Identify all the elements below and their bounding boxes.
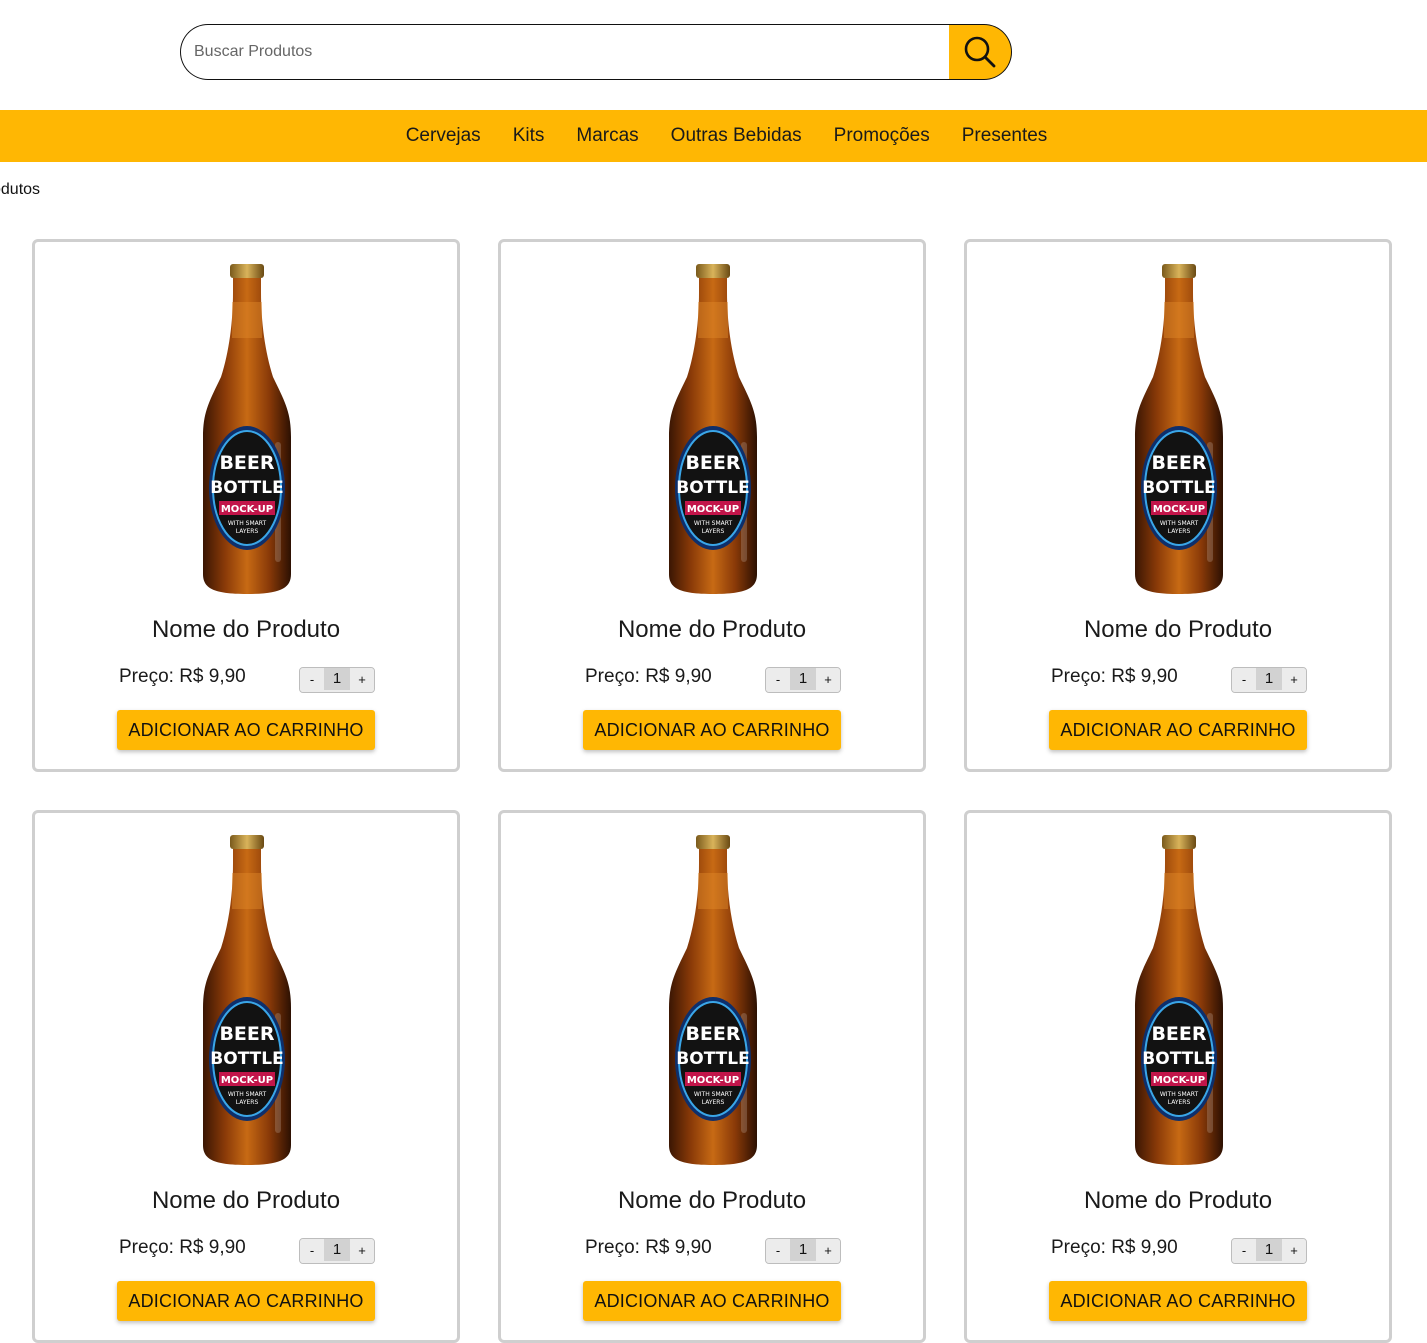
quantity-stepper: - 1 + [765, 667, 841, 693]
quantity-increase-button[interactable]: + [1282, 1239, 1306, 1263]
product-name: Nome do Produto [1083, 616, 1273, 643]
quantity-decrease-button[interactable]: - [1232, 668, 1256, 692]
nav-item-cervejas[interactable]: Cervejas [390, 125, 497, 147]
nav-list: Cervejas Kits Marcas Outras Bebidas Prom… [364, 125, 1064, 147]
product-card: BEER BOTTLE MOCK-UP WITH SMART LAYERS No… [964, 239, 1392, 772]
beer-bottle-image: BEER BOTTLE MOCK-UP WITH SMART LAYERS [669, 264, 757, 594]
nav-item-kits[interactable]: Kits [497, 125, 561, 147]
label-text: MOCK-UP [687, 504, 739, 515]
quantity-decrease-button[interactable]: - [300, 1239, 324, 1263]
search-bar [180, 24, 1012, 80]
quantity-stepper: - 1 + [299, 667, 375, 693]
quantity-increase-button[interactable]: + [350, 1239, 374, 1263]
breadcrumb: Produtos [0, 181, 41, 198]
quantity-decrease-button[interactable]: - [1232, 1239, 1256, 1263]
quantity-value[interactable]: 1 [324, 668, 350, 690]
nav-item-outras-bebidas[interactable]: Outras Bebidas [655, 125, 818, 147]
quantity-increase-button[interactable]: + [816, 1239, 840, 1263]
label-text: BOTTLE [1142, 478, 1215, 498]
quantity-stepper: - 1 + [299, 1238, 375, 1264]
product-name: Nome do Produto [151, 616, 341, 643]
quantity-value[interactable]: 1 [1256, 668, 1282, 690]
quantity-value[interactable]: 1 [324, 1239, 350, 1261]
product-name: Nome do Produto [1083, 1187, 1273, 1214]
add-to-cart-button[interactable]: ADICIONAR AO CARRINHO [117, 710, 375, 750]
product-card: BEER BOTTLE MOCK-UP WITH SMART LAYERS No… [498, 810, 926, 1343]
product-price: Preço: R$ 9,90 [585, 666, 712, 687]
product-price: Preço: R$ 9,90 [585, 1237, 712, 1258]
product-card: BEER BOTTLE MOCK-UP WITH SMART LAYERS No… [498, 239, 926, 772]
label-text: LAYERS [1168, 1099, 1191, 1106]
add-to-cart-button[interactable]: ADICIONAR AO CARRINHO [117, 1281, 375, 1321]
nav-item-promocoes[interactable]: Promoções [818, 125, 946, 147]
label-text: BEER [685, 1023, 740, 1045]
product-name: Nome do Produto [151, 1187, 341, 1214]
beer-bottle-image: BEER BOTTLE MOCK-UP WITH SMART LAYERS [203, 835, 291, 1165]
label-text: BOTTLE [676, 1049, 749, 1069]
label-text: WITH SMART [228, 520, 267, 527]
beer-bottle-image: BEER BOTTLE MOCK-UP WITH SMART LAYERS [1135, 835, 1223, 1165]
search-icon [964, 36, 996, 68]
label-text: BOTTLE [1142, 1049, 1215, 1069]
label-text: MOCK-UP [221, 1075, 273, 1086]
label-text: WITH SMART [1160, 1091, 1199, 1098]
label-text: BEER [219, 1023, 274, 1045]
label-text: LAYERS [1168, 528, 1191, 535]
add-to-cart-button[interactable]: ADICIONAR AO CARRINHO [583, 710, 841, 750]
product-name: Nome do Produto [617, 616, 807, 643]
label-text: LAYERS [702, 1099, 725, 1106]
label-text: BOTTLE [210, 1049, 283, 1069]
product-price: Preço: R$ 9,90 [1051, 666, 1178, 687]
quantity-increase-button[interactable]: + [1282, 668, 1306, 692]
label-text: BOTTLE [676, 478, 749, 498]
beer-bottle-image: BEER BOTTLE MOCK-UP WITH SMART LAYERS [669, 835, 757, 1165]
add-to-cart-button[interactable]: ADICIONAR AO CARRINHO [1049, 710, 1307, 750]
quantity-value[interactable]: 1 [790, 1239, 816, 1261]
quantity-value[interactable]: 1 [790, 668, 816, 690]
quantity-decrease-button[interactable]: - [300, 668, 324, 692]
label-text: BEER [219, 452, 274, 474]
label-text: BEER [1151, 452, 1206, 474]
product-price: Preço: R$ 9,90 [1051, 1237, 1178, 1258]
product-price: Preço: R$ 9,90 [119, 1237, 246, 1258]
product-price: Preço: R$ 9,90 [119, 666, 246, 687]
nav-item-marcas[interactable]: Marcas [560, 125, 654, 147]
label-text: LAYERS [702, 528, 725, 535]
quantity-increase-button[interactable]: + [350, 668, 374, 692]
quantity-decrease-button[interactable]: - [766, 668, 790, 692]
add-to-cart-button[interactable]: ADICIONAR AO CARRINHO [1049, 1281, 1307, 1321]
label-text: BOTTLE [210, 478, 283, 498]
label-text: WITH SMART [694, 520, 733, 527]
label-text: WITH SMART [694, 1091, 733, 1098]
quantity-value[interactable]: 1 [1256, 1239, 1282, 1261]
quantity-stepper: - 1 + [765, 1238, 841, 1264]
quantity-increase-button[interactable]: + [816, 668, 840, 692]
quantity-stepper: - 1 + [1231, 1238, 1307, 1264]
label-text: BEER [685, 452, 740, 474]
label-text: MOCK-UP [687, 1075, 739, 1086]
label-text: MOCK-UP [1153, 504, 1205, 515]
product-card: BEER BOTTLE MOCK-UP WITH SMART LAYERS No… [32, 810, 460, 1343]
quantity-stepper: - 1 + [1231, 667, 1307, 693]
label-text: MOCK-UP [1153, 1075, 1205, 1086]
search-input[interactable] [180, 24, 949, 80]
label-text: MOCK-UP [221, 504, 273, 515]
label-text: LAYERS [236, 1099, 259, 1106]
label-text: LAYERS [236, 528, 259, 535]
search-button[interactable] [949, 24, 1012, 80]
product-card: BEER BOTTLE MOCK-UP WITH SMART LAYERS No… [964, 810, 1392, 1343]
quantity-decrease-button[interactable]: - [766, 1239, 790, 1263]
product-name: Nome do Produto [617, 1187, 807, 1214]
beer-bottle-image: BEER BOTTLE MOCK-UP WITH SMART LAYERS [203, 264, 291, 594]
beer-bottle-image: BEER BOTTLE MOCK-UP WITH SMART LAYERS [1135, 264, 1223, 594]
add-to-cart-button[interactable]: ADICIONAR AO CARRINHO [583, 1281, 841, 1321]
product-card: BEER BOTTLE MOCK-UP WITH SMART LAYERS No… [32, 239, 460, 772]
label-text: WITH SMART [228, 1091, 267, 1098]
label-text: WITH SMART [1160, 520, 1199, 527]
nav-item-presentes[interactable]: Presentes [946, 125, 1064, 147]
category-navbar: Cervejas Kits Marcas Outras Bebidas Prom… [0, 110, 1427, 162]
label-text: BEER [1151, 1023, 1206, 1045]
